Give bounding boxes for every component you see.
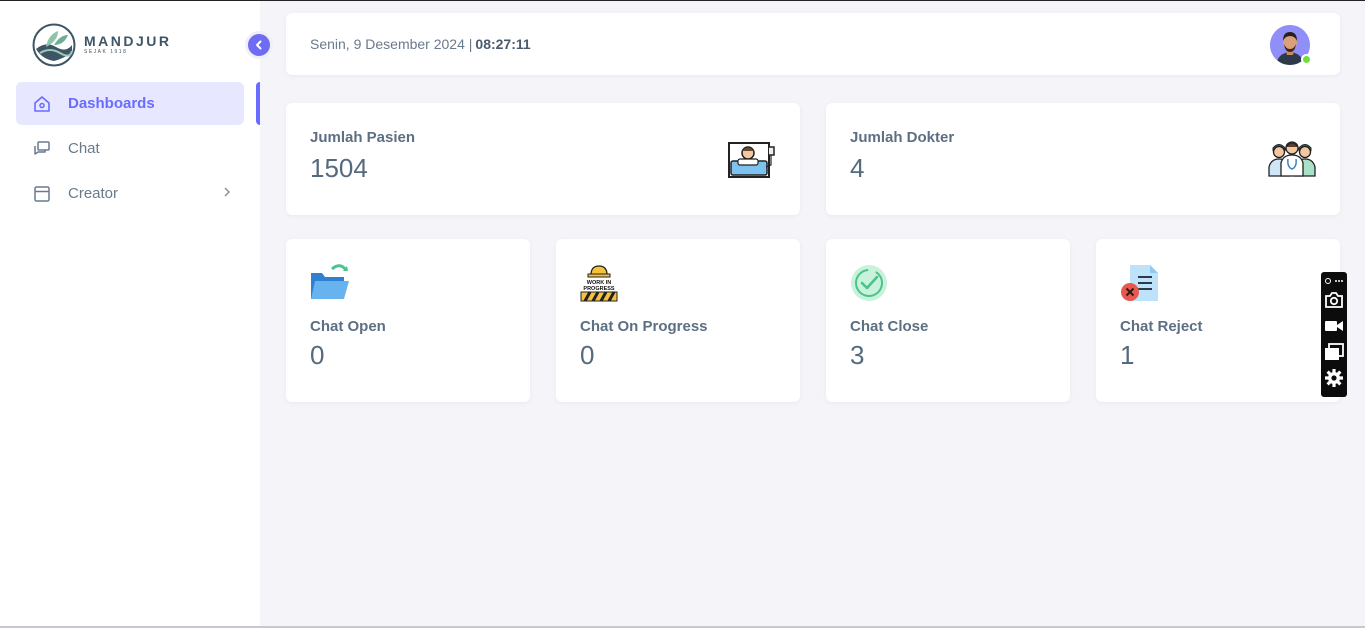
check-circle-icon	[850, 263, 888, 306]
card-value: 0	[580, 340, 595, 370]
current-date: Senin, 9 Desember 2024 |	[310, 36, 473, 52]
sidebar-item-dashboards[interactable]: Dashboards	[16, 82, 244, 125]
camera-icon[interactable]	[1323, 289, 1345, 311]
sidebar-item-label: Dashboards	[68, 95, 155, 112]
brand-logo[interactable]: MANDJUR SEJAK 1918	[32, 23, 172, 67]
card-total-patients: Jumlah Pasien 1504	[286, 103, 800, 215]
card-label: Chat On Progress	[580, 318, 708, 335]
card-label: Jumlah Dokter	[850, 129, 955, 146]
card-value: 1	[1120, 340, 1135, 370]
card-value: 1504	[310, 153, 368, 183]
chevron-left-icon	[256, 40, 262, 50]
card-label: Jumlah Pasien	[310, 129, 416, 146]
home-icon	[32, 94, 52, 114]
card-label: Chat Reject	[1120, 318, 1203, 335]
card-value: 4	[850, 153, 865, 183]
card-chat-open: Chat Open 0	[286, 239, 530, 402]
brand-name: MANDJUR	[84, 33, 172, 49]
card-label: Chat Close	[850, 318, 929, 335]
card-value: 0	[310, 340, 325, 370]
rejected-document-icon	[1120, 263, 1160, 308]
copy-icon[interactable]	[1323, 341, 1345, 363]
work-in-progress-icon: WORK IN PROGRESS	[580, 263, 620, 308]
doctors-group-icon	[1268, 139, 1316, 182]
card-value: 3	[850, 340, 865, 370]
window-icon	[32, 184, 52, 204]
card-total-doctors: Jumlah Dokter 4	[826, 103, 1340, 215]
logo-icon	[32, 23, 76, 67]
patient-bed-icon	[728, 139, 776, 184]
card-label: Chat Open	[310, 318, 386, 335]
card-chat-on-progress: WORK IN PROGRESS Chat On Progress 0	[556, 239, 800, 402]
chat-icon	[32, 139, 52, 159]
current-time: 08:27:11	[475, 36, 531, 52]
card-chat-close: Chat Close 3	[826, 239, 1070, 402]
sidebar-item-chat[interactable]: Chat	[16, 127, 244, 170]
sidebar-item-label: Creator	[68, 185, 119, 202]
sidebar-item-label: Chat	[68, 140, 100, 157]
open-folder-icon	[310, 263, 350, 306]
video-icon[interactable]	[1323, 315, 1345, 337]
card-chat-reject: Chat Reject 1	[1096, 239, 1340, 402]
sidebar-item-creator[interactable]: Creator	[16, 172, 244, 215]
sidebar-collapse-button[interactable]	[245, 31, 273, 59]
screen-recorder-toolbar	[1321, 272, 1347, 397]
svg-text:PROGRESS: PROGRESS	[583, 286, 615, 292]
chevron-right-icon	[222, 185, 232, 203]
active-indicator	[256, 82, 260, 125]
more-icon[interactable]	[1323, 275, 1345, 287]
online-status-dot	[1301, 54, 1312, 65]
sidebar: MANDJUR SEJAK 1918 Dashboards Chat Creat…	[0, 1, 260, 628]
brand-tagline: SEJAK 1918	[84, 49, 128, 55]
settings-icon[interactable]	[1323, 367, 1345, 389]
top-navbar: Senin, 9 Desember 2024 | 08:27:11	[286, 13, 1340, 75]
